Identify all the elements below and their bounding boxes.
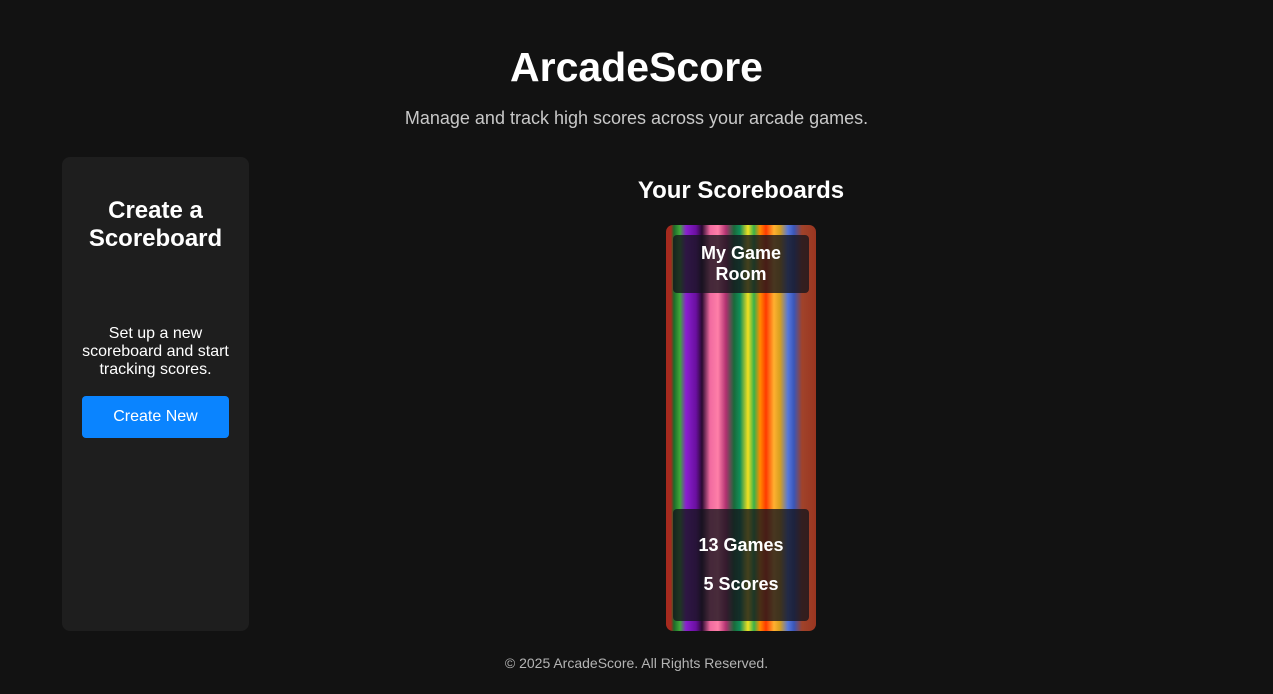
create-panel-title: Create a Scoreboard <box>88 197 223 252</box>
footer-copyright: © 2025 ArcadeScore. All Rights Reserved. <box>504 655 769 671</box>
scoreboard-name-box: My Game Room <box>673 235 809 293</box>
page: ArcadeScore Manage and track high scores… <box>0 0 1273 694</box>
create-scoreboard-panel: Create a Scoreboard Set up a new scorebo… <box>62 157 249 631</box>
scoreboards-heading: Your Scoreboards <box>637 177 845 204</box>
scoreboard-stats-box: 13 Games 5 Scores <box>673 509 809 621</box>
create-panel-description: Set up a new scoreboard and start tracki… <box>82 325 229 378</box>
scoreboard-name: My Game Room <box>700 243 782 284</box>
scoreboard-card[interactable]: My Game Room 13 Games 5 Scores <box>666 225 816 631</box>
app-subtitle: Manage and track high scores across your… <box>404 108 869 128</box>
scoreboard-games-count: 13 Games <box>698 535 784 555</box>
scoreboard-scores-count: 5 Scores <box>703 574 779 594</box>
create-new-button[interactable]: Create New <box>82 396 229 438</box>
app-title: ArcadeScore <box>510 44 763 90</box>
